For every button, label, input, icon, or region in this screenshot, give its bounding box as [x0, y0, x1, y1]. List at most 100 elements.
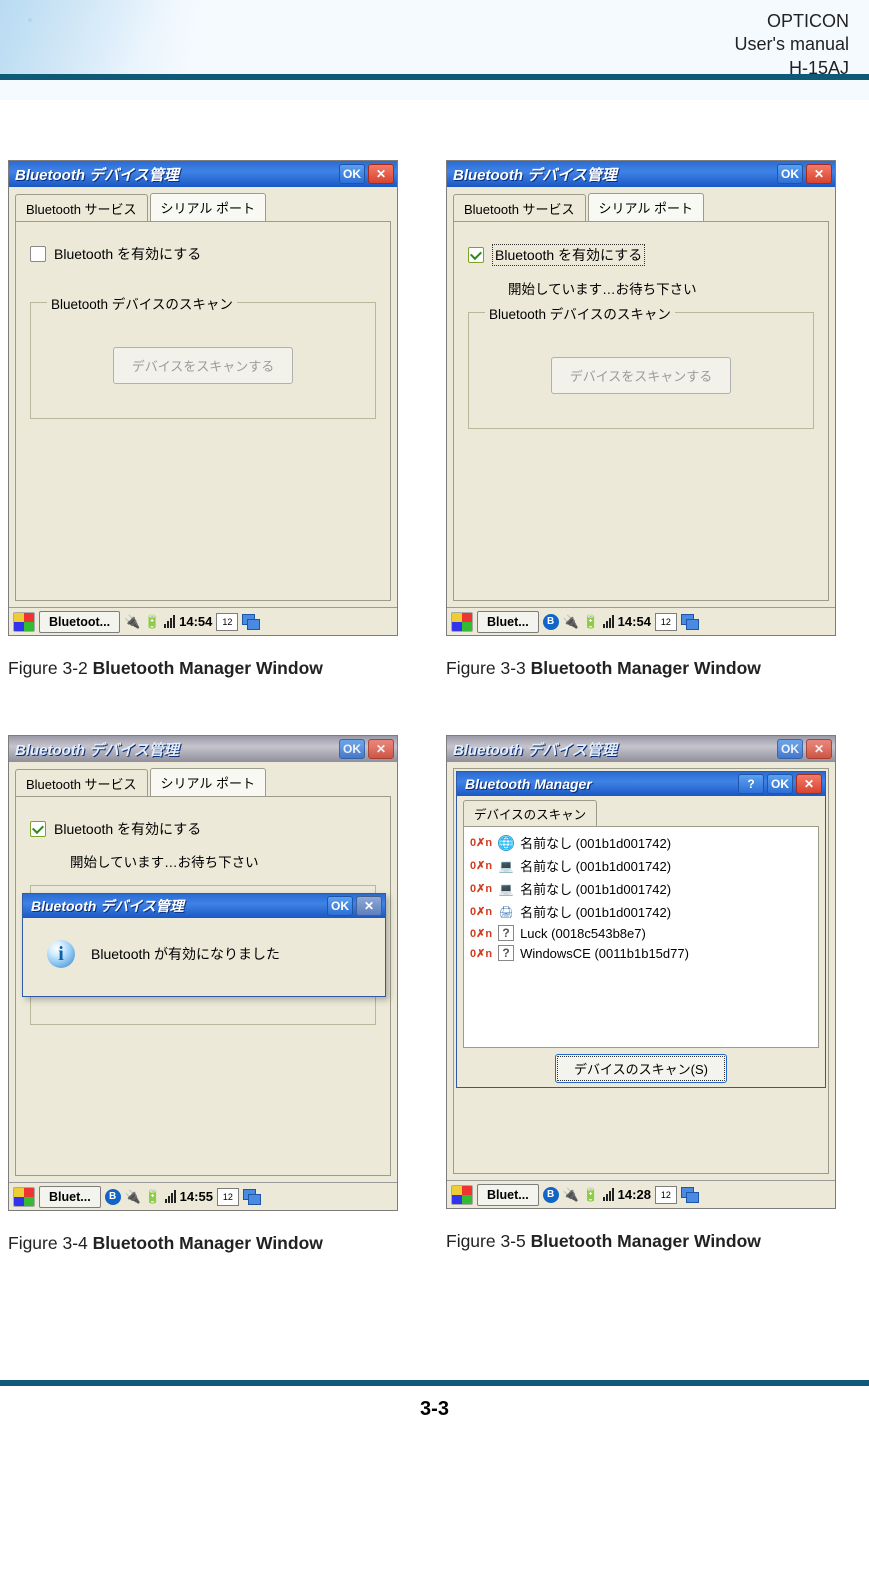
windows-switcher-icon[interactable]	[681, 1187, 699, 1203]
window-fig34: Bluetooth デバイス管理 OK ✕ Bluetooth サービス シリア…	[8, 735, 398, 1211]
list-item[interactable]: 0✗n💻名前なし (001b1d001742)	[470, 854, 812, 877]
scan-again-button[interactable]: デバイスのスキャン(S)	[555, 1054, 727, 1083]
scan-devices-button[interactable]: デバイスをスキャンする	[113, 347, 294, 384]
taskbar-clock: 14:54	[179, 614, 212, 629]
sip-button[interactable]: 12	[655, 1186, 677, 1204]
ok-button[interactable]: OK	[777, 739, 803, 759]
signal-icon	[164, 615, 175, 628]
caption-3-4: Figure 3-4 Bluetooth Manager Window	[8, 1233, 398, 1254]
caption-prefix: Figure 3-3	[446, 658, 531, 678]
close-icon[interactable]: ✕	[368, 739, 394, 759]
device-pc-icon: 💻	[498, 858, 514, 874]
device-printer-icon: 🖨	[498, 904, 514, 920]
device-name: Luck (0018c543b8e7)	[520, 926, 646, 941]
taskbar-app-button[interactable]: Bluet...	[39, 1186, 101, 1208]
list-item[interactable]: 0✗n?WindowsCE (0011b1b15d77)	[470, 943, 812, 963]
page-number: 3-3	[0, 1386, 869, 1441]
scan-fieldset: Bluetooth デバイスのスキャン デバイスをスキャンする	[30, 302, 376, 419]
scan-fieldset: Bluetooth デバイスのスキャン デバイスをスキャンする	[468, 312, 814, 429]
caption-prefix: Figure 3-4	[8, 1233, 93, 1253]
taskbar-clock: 14:28	[618, 1187, 651, 1202]
taskbar-app-button[interactable]: Bluetoot...	[39, 611, 120, 633]
start-icon[interactable]	[451, 1185, 473, 1205]
scan-devices-button[interactable]: デバイスをスキャンする	[551, 357, 732, 394]
message-title: Bluetooth デバイス管理	[31, 896, 184, 916]
sip-button[interactable]: 12	[216, 613, 238, 631]
close-icon[interactable]: ✕	[356, 896, 382, 916]
caption-3-5: Figure 3-5 Bluetooth Manager Window	[446, 1231, 836, 1252]
header-wave	[0, 0, 500, 80]
inner-titlebar[interactable]: Bluetooth Manager ? OK ✕	[457, 772, 825, 796]
enable-bt-row[interactable]: Bluetooth を有効にする	[468, 244, 814, 266]
tray-battery-icon: 🔋	[144, 614, 160, 630]
checkbox-checked-icon[interactable]	[30, 821, 46, 837]
ok-button[interactable]: OK	[767, 774, 793, 794]
list-item[interactable]: 0✗n🌐名前なし (001b1d001742)	[470, 831, 812, 854]
message-dialog: Bluetooth デバイス管理 OK ✕ i Bluetooth が有効になり…	[22, 893, 386, 997]
close-icon[interactable]: ✕	[806, 164, 832, 184]
status-mark-icon: 0✗n	[470, 927, 492, 940]
titlebar[interactable]: Bluetooth デバイス管理 OK ✕	[447, 161, 835, 187]
message-text: Bluetooth が有効になりました	[91, 944, 280, 964]
taskbar-app-button[interactable]: Bluet...	[477, 1184, 539, 1206]
start-icon[interactable]	[451, 612, 473, 632]
close-icon[interactable]: ✕	[796, 774, 822, 794]
ok-button[interactable]: OK	[777, 164, 803, 184]
ok-button[interactable]: OK	[327, 896, 353, 916]
tab-service[interactable]: Bluetooth サービス	[15, 769, 148, 797]
windows-switcher-icon[interactable]	[243, 1189, 261, 1205]
tray-network-icon: 🔌	[124, 614, 140, 630]
window-fig35: Bluetooth デバイス管理 OK ✕ Bluetooth Manager …	[446, 735, 836, 1209]
status-mark-icon: 0✗n	[470, 836, 492, 849]
enable-bt-row[interactable]: Bluetooth を有効にする	[30, 244, 376, 264]
message-titlebar[interactable]: Bluetooth デバイス管理 OK ✕	[23, 894, 385, 918]
titlebar[interactable]: Bluetooth デバイス管理 OK ✕	[9, 161, 397, 187]
figure-3-2: Bluetooth デバイス管理 OK ✕ Bluetooth サービス シリア…	[8, 160, 398, 679]
scan-results-list[interactable]: 0✗n🌐名前なし (001b1d001742)0✗n💻名前なし (001b1d0…	[463, 826, 819, 1048]
ok-button[interactable]: OK	[339, 164, 365, 184]
sip-button[interactable]: 12	[217, 1188, 239, 1206]
start-icon[interactable]	[13, 612, 35, 632]
caption-title: Bluetooth Manager Window	[93, 1233, 323, 1253]
tray-network-icon: 🔌	[563, 1187, 579, 1203]
scan-fieldset-legend: Bluetooth デバイスのスキャン	[485, 303, 675, 323]
close-icon[interactable]: ✕	[806, 739, 832, 759]
list-item[interactable]: 0✗n? Luck (0018c543b8e7)	[470, 923, 812, 943]
enable-bt-row[interactable]: Bluetooth を有効にする	[30, 819, 376, 839]
tab-body: Bluetooth Manager ? OK ✕ デバイスのスキャン 0✗n🌐名…	[453, 768, 829, 1174]
list-item[interactable]: 0✗n🖨名前なし (001b1d001742)	[470, 900, 812, 923]
tab-service[interactable]: Bluetooth サービス	[15, 194, 148, 222]
windows-switcher-icon[interactable]	[242, 614, 260, 630]
taskbar-app-button[interactable]: Bluet...	[477, 611, 539, 633]
device-q-icon: ?	[498, 925, 514, 941]
caption-3-2: Figure 3-2 Bluetooth Manager Window	[8, 658, 398, 679]
header-line-2: User's manual	[735, 33, 849, 56]
windows-switcher-icon[interactable]	[681, 614, 699, 630]
header-line-1: OPTICON	[735, 10, 849, 33]
window-title: Bluetooth デバイス管理	[453, 739, 617, 760]
close-icon[interactable]: ✕	[368, 164, 394, 184]
checkbox-checked-icon[interactable]	[468, 247, 484, 263]
tab-serial[interactable]: シリアル ポート	[150, 193, 266, 221]
help-button[interactable]: ?	[738, 774, 764, 794]
page-header: OPTICON User's manual H-15AJ	[0, 0, 869, 100]
checkbox-unchecked-icon[interactable]	[30, 246, 46, 262]
start-icon[interactable]	[13, 1187, 35, 1207]
tab-serial[interactable]: シリアル ポート	[588, 193, 704, 221]
taskbar: Bluet... B 🔌 🔋 14:54 12	[447, 607, 835, 635]
caption-title: Bluetooth Manager Window	[93, 658, 323, 678]
tab-device-scan[interactable]: デバイスのスキャン	[463, 800, 597, 826]
caption-title: Bluetooth Manager Window	[531, 1231, 761, 1251]
ok-button[interactable]: OK	[339, 739, 365, 759]
device-globe-icon: 🌐	[498, 835, 514, 851]
tab-serial[interactable]: シリアル ポート	[150, 768, 266, 796]
signal-icon	[603, 615, 614, 628]
tray-battery-icon: 🔋	[145, 1189, 161, 1205]
tab-service[interactable]: Bluetooth サービス	[453, 194, 586, 222]
header-rule	[0, 74, 869, 80]
device-pc-icon: 💻	[498, 881, 514, 897]
list-item[interactable]: 0✗n💻名前なし (001b1d001742)	[470, 877, 812, 900]
sip-button[interactable]: 12	[655, 613, 677, 631]
device-name: WindowsCE (0011b1b15d77)	[520, 946, 689, 961]
status-waiting: 開始しています…お待ち下さい	[508, 278, 814, 298]
